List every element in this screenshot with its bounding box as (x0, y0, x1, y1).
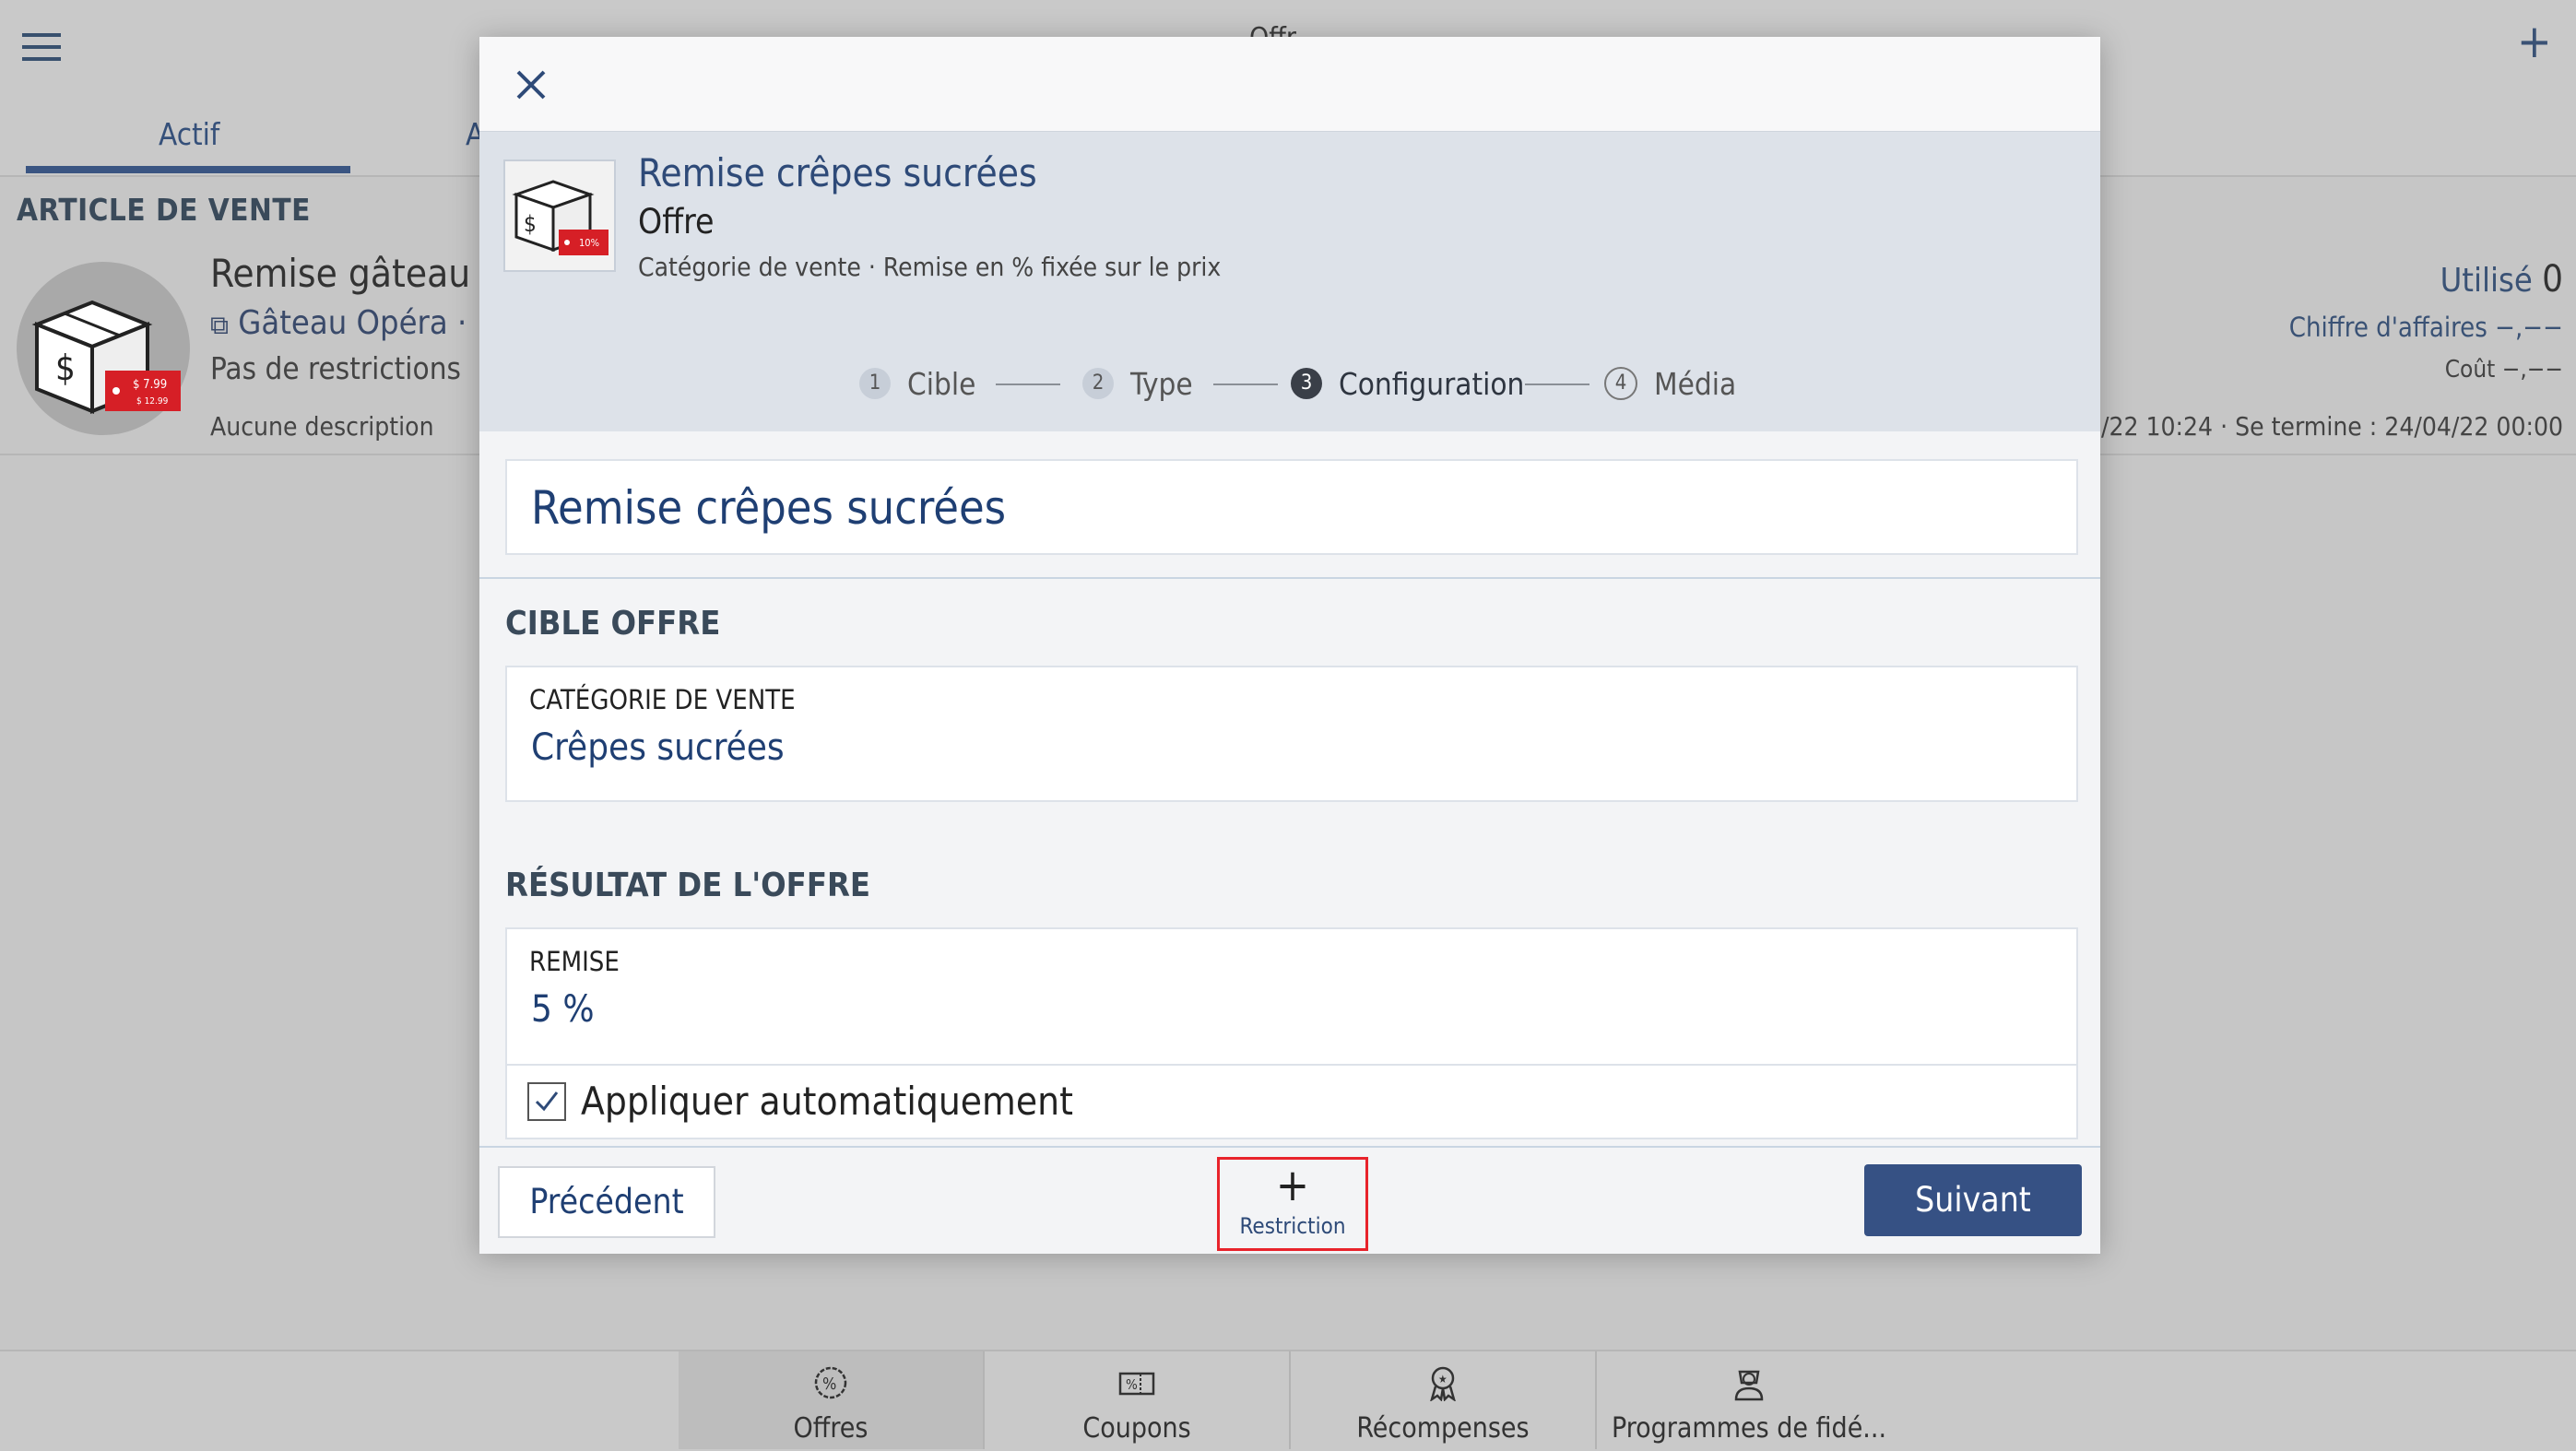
used-value: 0 (2542, 258, 2563, 301)
add-icon[interactable]: + (2517, 18, 2552, 65)
auto-apply-row[interactable]: Appliquer automatiquement (505, 1064, 2078, 1139)
loyalty-program-icon (1734, 1370, 1764, 1401)
auto-apply-checkbox[interactable] (527, 1082, 566, 1121)
item-restrictions: Pas de restrictions (210, 350, 462, 386)
step-label: Type (1130, 365, 1193, 402)
step-connector (1525, 383, 1589, 385)
sales-category-value: Crêpes sucrées (531, 726, 785, 769)
svg-text:$: $ (524, 211, 537, 237)
nav-recompenses-label: Récompenses (1356, 1412, 1530, 1445)
next-button[interactable]: Suivant (1864, 1164, 2082, 1236)
step-label: Configuration (1339, 365, 1525, 402)
offer-thumbnail: $ 10% (503, 159, 616, 272)
offer-name-field[interactable]: Remise crêpes sucrées (505, 459, 2078, 555)
nav-programmes[interactable]: Programmes de fidé... (1597, 1351, 1901, 1449)
add-restriction-button[interactable]: + Restriction (1217, 1157, 1368, 1251)
discount-value: 5 % (531, 988, 595, 1031)
revenue-value: Chiffre d'affaires −,−− (2288, 312, 2563, 343)
offer-name-value: Remise crêpes sucrées (531, 481, 1007, 535)
cost-value: Coût −,−− (2444, 356, 2563, 383)
step-label: Cible (907, 365, 976, 402)
step-number: 3 (1291, 368, 1322, 399)
offer-kind: Offre (638, 202, 715, 242)
item-description: Aucune description (210, 411, 434, 442)
close-icon[interactable] (511, 65, 551, 105)
offer-wizard-modal: $ 10% Remise crêpes sucrées Offre Catégo… (479, 37, 2100, 1254)
item-subtitle: ⧉ Gâteau Opéra · (210, 304, 467, 342)
offer-title: Remise crêpes sucrées (638, 150, 1037, 195)
svg-text:%: % (822, 1374, 836, 1394)
used-label: Utilisé (2440, 262, 2533, 300)
price-tag-2: $ 12.99 (136, 396, 169, 407)
step-cible[interactable]: 1 Cible (859, 365, 975, 402)
tab-actif[interactable]: Actif (159, 116, 219, 152)
step-number: 2 (1082, 368, 1114, 399)
target-section-title: CIBLE OFFRE (505, 605, 721, 643)
step-connector (1213, 383, 1278, 385)
svg-text:$: $ (55, 348, 76, 388)
usage-count: Utilisé 0 (2440, 258, 2563, 301)
active-tab-indicator (26, 166, 350, 173)
offer-description: Catégorie de vente · Remise en % fixée s… (638, 252, 1222, 282)
step-number: 4 (1604, 367, 1637, 400)
award-icon: ★ (1430, 1366, 1456, 1401)
step-connector (996, 383, 1060, 385)
item-title: Remise gâteau O (210, 251, 509, 296)
nav-coupons[interactable]: % Coupons (985, 1351, 1289, 1449)
svg-text:%: % (1126, 1376, 1138, 1393)
sales-category-field[interactable]: CATÉGORIE DE VENTE Crêpes sucrées (505, 666, 2078, 802)
item-dates: 04/22 10:24 · Se termine : 24/04/22 00:0… (2071, 411, 2563, 442)
section-header: ARTICLE DE VENTE (17, 192, 311, 228)
previous-button[interactable]: Précédent (498, 1166, 715, 1238)
nav-recompenses[interactable]: ★ Récompenses (1291, 1351, 1595, 1449)
step-type[interactable]: 2 Type (1082, 365, 1193, 402)
restriction-label: Restriction (1239, 1213, 1346, 1239)
wizard-stepper: 1 Cible 2 Type 3 Configuration 4 Média (479, 334, 2100, 433)
wizard-content: Remise crêpes sucrées CIBLE OFFRE CATÉGO… (479, 431, 2100, 1183)
nav-coupons-label: Coupons (1082, 1412, 1191, 1445)
discount-label: REMISE (529, 946, 620, 977)
step-number: 1 (859, 368, 891, 399)
discount-field[interactable]: REMISE 5 % (505, 927, 2078, 1068)
result-section-title: RÉSULTAT DE L'OFFRE (505, 867, 871, 904)
price-tag-1: $ 7.99 (133, 378, 167, 392)
svg-text:★: ★ (1438, 1373, 1448, 1386)
wizard-footer: Précédent + Restriction Suivant (479, 1146, 2100, 1254)
checkmark-icon (535, 1091, 559, 1112)
item-subtitle-text: Gâteau Opéra · (238, 304, 467, 342)
item-avatar: $ $ 7.99 $ 12.99 (17, 262, 190, 435)
step-label: Média (1654, 365, 1737, 402)
modal-top-bar (479, 37, 2100, 131)
auto-apply-label: Appliquer automatiquement (581, 1079, 1073, 1124)
nav-offres-label: Offres (793, 1412, 869, 1445)
step-media[interactable]: 4 Média (1604, 365, 1736, 402)
divider (479, 577, 2100, 579)
plus-icon: + (1275, 1160, 1310, 1211)
menu-icon[interactable] (22, 33, 61, 61)
sales-category-label: CATÉGORIE DE VENTE (529, 684, 796, 715)
nav-offres[interactable]: % Offres (679, 1351, 983, 1449)
percent-badge-icon: % (814, 1366, 847, 1399)
category-icon: ⧉ (210, 310, 229, 340)
step-configuration[interactable]: 3 Configuration (1291, 365, 1524, 402)
box-icon: $ 10% (512, 180, 609, 255)
offer-summary-header: $ 10% Remise crêpes sucrées Offre Catégo… (479, 131, 2100, 336)
thumb-badge: 10% (579, 237, 599, 249)
coupon-icon: % (1118, 1372, 1155, 1396)
nav-programmes-label: Programmes de fidé... (1611, 1412, 1887, 1445)
box-icon: $ $ 7.99 $ 12.99 (31, 300, 181, 414)
